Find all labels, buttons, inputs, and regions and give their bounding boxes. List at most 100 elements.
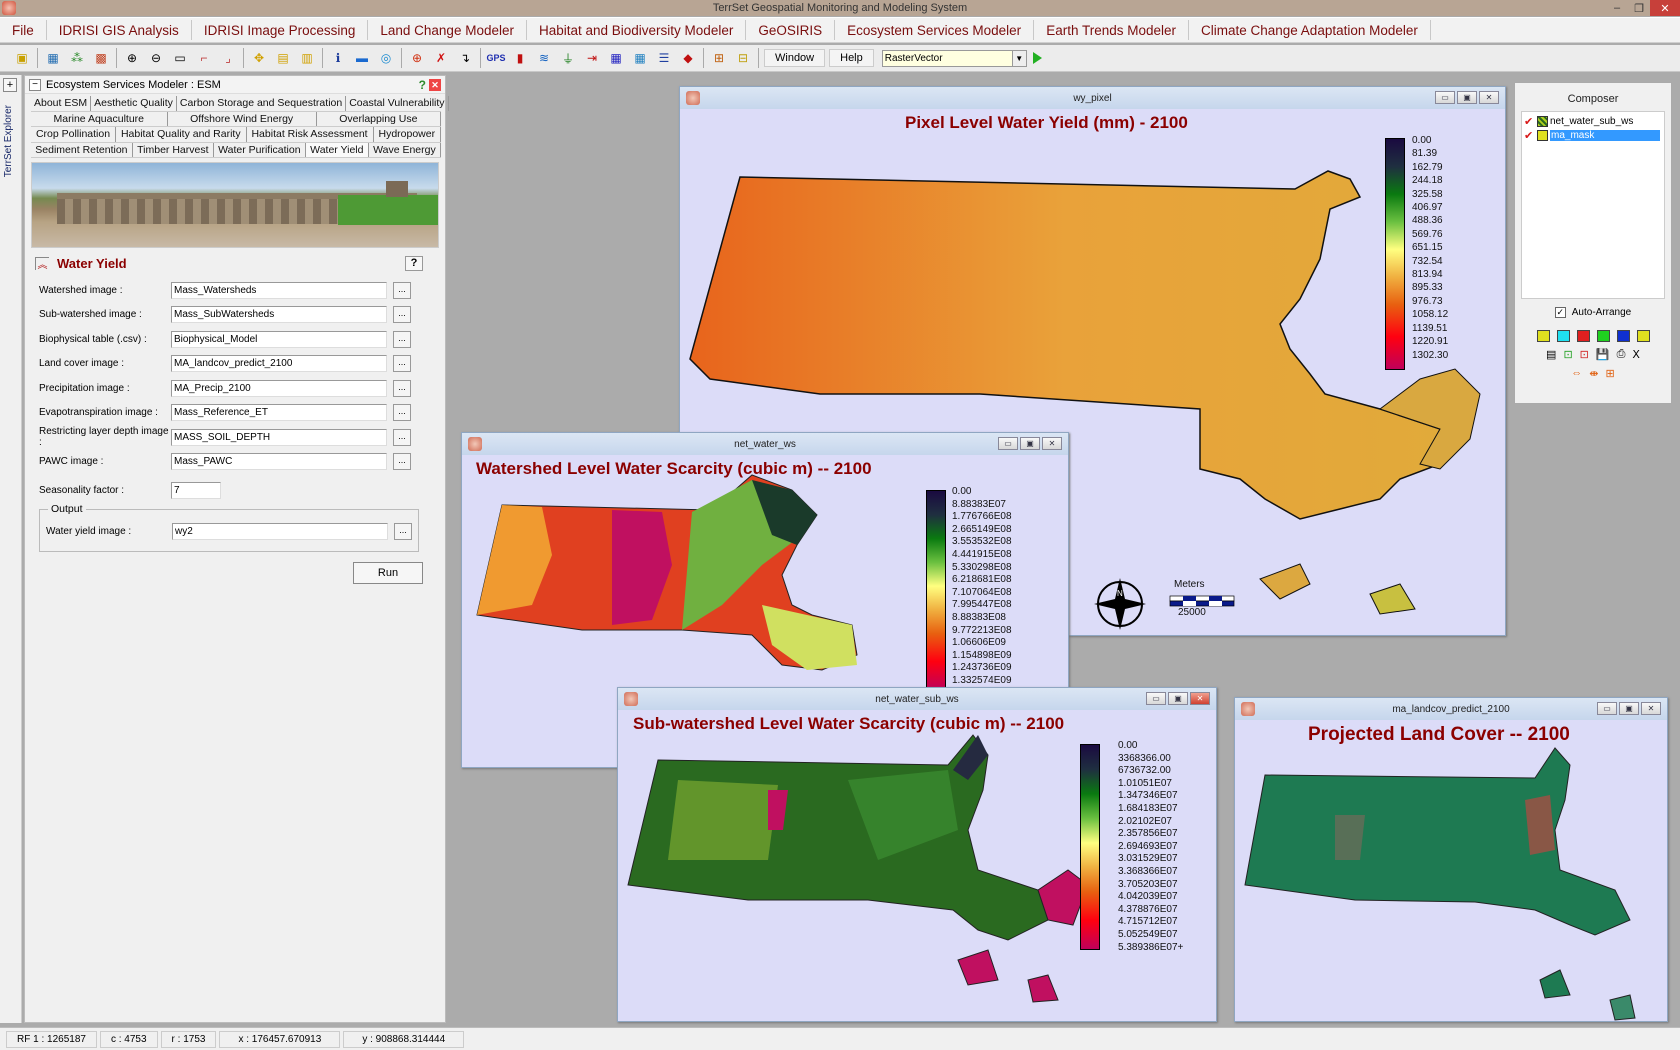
tab-marine-aquaculture[interactable]: Marine Aquaculture xyxy=(31,111,168,126)
minimize-icon[interactable]: ▭ xyxy=(1146,692,1166,705)
layer-icon[interactable]: ◆ xyxy=(678,49,698,67)
window-titlebar[interactable]: net_water_sub_ws ▭ ▣ ✕ xyxy=(618,688,1216,710)
stretch-box-icon[interactable]: ⊞ xyxy=(1606,367,1615,380)
browse-button[interactable]: ... xyxy=(393,404,411,422)
minimize-icon[interactable]: ▭ xyxy=(1435,91,1455,104)
menu-image-processing[interactable]: IDRISI Image Processing xyxy=(192,20,369,40)
open-explorer-icon[interactable]: ▣ xyxy=(12,49,32,67)
composer-icon[interactable]: ▩ xyxy=(91,49,111,67)
calculator-icon[interactable]: ▦ xyxy=(630,49,650,67)
map-window-net-water-sub-ws[interactable]: net_water_sub_ws ▭ ▣ ✕ Sub-watershed Level… xyxy=(617,687,1217,1022)
minimize-icon[interactable]: ▭ xyxy=(1597,702,1617,715)
import-icon[interactable]: ⇥ xyxy=(582,49,602,67)
info-icon[interactable]: ℹ xyxy=(328,49,348,67)
tab-habitat-risk[interactable]: Habitat Risk Assessment xyxy=(247,127,374,142)
window-icon[interactable] xyxy=(624,692,638,706)
browse-button[interactable]: ... xyxy=(393,379,411,397)
tab-offshore-wind[interactable]: Offshore Wind Energy xyxy=(168,111,317,126)
save-icon[interactable]: 💾 xyxy=(1596,348,1610,361)
tab-sediment-retention[interactable]: Sediment Retention xyxy=(31,142,133,157)
app-icon[interactable] xyxy=(2,1,16,15)
profile-icon[interactable]: ≋ xyxy=(534,49,554,67)
menu-land-change-modeler[interactable]: Land Change Modeler xyxy=(368,20,527,40)
tab-water-yield[interactable]: Water Yield xyxy=(305,142,369,157)
collapse-chevron-icon[interactable]: ︽ xyxy=(35,256,49,271)
save-feature-icon[interactable]: ↴ xyxy=(455,49,475,67)
maximize-icon[interactable]: ▣ xyxy=(1168,692,1188,705)
menu-gis-analysis[interactable]: IDRISI GIS Analysis xyxy=(47,20,192,40)
restore-icon[interactable]: ❐ xyxy=(1628,0,1650,16)
tab-hydropower[interactable]: Hydropower xyxy=(374,127,442,142)
evapotranspiration-image-input[interactable]: Mass_Reference_ET xyxy=(171,404,387,422)
delete-feature-icon[interactable]: ✗ xyxy=(431,49,451,67)
tab-about-esm[interactable]: About ESM xyxy=(31,96,92,111)
full-extent-icon[interactable]: ⌟ xyxy=(218,49,238,67)
biophysical-table-input[interactable]: Biophysical_Model xyxy=(171,330,387,348)
window-icon[interactable] xyxy=(1241,702,1255,716)
tab-habitat-quality[interactable]: Habitat Quality and Rarity xyxy=(116,127,247,142)
browse-button[interactable]: ... xyxy=(393,453,411,471)
pawc-image-input[interactable]: Mass_PAWC xyxy=(171,453,387,471)
watershed-image-input[interactable]: Mass_Watersheds xyxy=(171,281,387,299)
window-icon[interactable] xyxy=(686,91,700,105)
add-map-element-icon[interactable]: ⊡ xyxy=(1563,348,1572,361)
subwatershed-image-input[interactable]: Mass_SubWatersheds xyxy=(171,306,387,324)
tab-carbon-storage[interactable]: Carbon Storage and Sequestration xyxy=(177,96,347,111)
terrset-explorer-tab[interactable]: TerrSet Explorer xyxy=(3,105,14,177)
stretch-center-icon[interactable]: ⇼ xyxy=(1589,367,1598,380)
precipitation-image-input[interactable]: MA_Precip_2100 xyxy=(171,379,387,397)
chevron-down-icon[interactable]: ▼ xyxy=(1011,50,1026,66)
help-icon[interactable]: ? xyxy=(419,78,426,92)
maximize-icon[interactable]: ▣ xyxy=(1020,437,1040,450)
list-icon[interactable]: ☰ xyxy=(654,49,674,67)
expand-explorer-button[interactable]: + xyxy=(3,78,17,92)
tab-wave-energy[interactable]: Wave Energy xyxy=(369,142,442,157)
map-window-landcov[interactable]: ma_landcov_predict_2100 ▭ ▣ ✕ Projected La… xyxy=(1234,697,1668,1022)
form-help-button[interactable]: ? xyxy=(405,255,423,271)
menu-geosiris[interactable]: GeOSIRIS xyxy=(746,20,836,40)
restricting-layer-input[interactable]: MASS_SOIL_DEPTH xyxy=(171,428,387,446)
group-link-icon[interactable]: ✥ xyxy=(249,49,269,67)
tab-coastal-vulnerability[interactable]: Coastal Vulnerability xyxy=(346,96,449,111)
window-titlebar[interactable]: ma_landcov_predict_2100 ▭ ▣ ✕ xyxy=(1235,698,1667,720)
display-launcher-icon[interactable]: ▦ xyxy=(43,49,63,67)
close-icon[interactable]: ✕ xyxy=(1190,692,1210,705)
menu-file[interactable]: File xyxy=(0,20,47,40)
minimize-icon[interactable]: ▭ xyxy=(998,437,1018,450)
display-mode-select[interactable]: RasterVector ▼ xyxy=(881,49,1027,67)
tab-water-purification[interactable]: Water Purification xyxy=(214,142,306,157)
histogram-icon[interactable]: ▮ xyxy=(510,49,530,67)
table-icon[interactable]: ▦ xyxy=(606,49,626,67)
add-layer-icon[interactable] xyxy=(1536,330,1550,342)
globe-icon[interactable]: ◎ xyxy=(376,49,396,67)
macro-modeler-icon[interactable]: ⊞ xyxy=(709,49,729,67)
browse-button[interactable]: ... xyxy=(393,355,411,373)
run-icon[interactable] xyxy=(1032,52,1042,64)
model-icon[interactable]: ⊟ xyxy=(733,49,753,67)
zoom-window-icon[interactable]: ▭ xyxy=(170,49,190,67)
green-channel-icon[interactable] xyxy=(1596,330,1610,342)
window-menu-button[interactable]: Window xyxy=(764,49,826,67)
map-raster[interactable] xyxy=(1235,720,1669,1023)
measure-icon[interactable]: ▬ xyxy=(352,49,372,67)
blue-channel-icon[interactable] xyxy=(1616,330,1630,342)
tab-crop-pollination[interactable]: Crop Pollination xyxy=(31,127,117,142)
surface-icon[interactable]: ⏚ xyxy=(558,49,578,67)
auto-arrange-checkbox[interactable]: ✓ Auto-Arrange xyxy=(1515,307,1671,318)
remove-layer-icon[interactable] xyxy=(1636,330,1650,342)
menu-climate-change[interactable]: Climate Change Adaptation Modeler xyxy=(1189,20,1431,40)
checkbox-checked-icon[interactable]: ✓ xyxy=(1554,307,1566,318)
cyan-channel-icon[interactable] xyxy=(1556,330,1570,342)
zoom-in-icon[interactable]: ⊕ xyxy=(122,49,142,67)
browse-button[interactable]: ... xyxy=(393,330,411,348)
menu-ecosystem-services[interactable]: Ecosystem Services Modeler xyxy=(835,20,1035,40)
menu-earth-trends[interactable]: Earth Trends Modeler xyxy=(1034,20,1189,40)
tab-overlapping-use[interactable]: Overlapping Use xyxy=(317,111,441,126)
maximize-icon[interactable]: ▣ xyxy=(1457,91,1477,104)
browse-button[interactable]: ... xyxy=(394,523,412,541)
minimize-icon[interactable]: – xyxy=(1606,0,1628,16)
remove-map-element-icon[interactable]: ⊡ xyxy=(1580,348,1589,361)
fit-icon[interactable]: ▥ xyxy=(297,49,317,67)
seasonality-factor-input[interactable]: 7 xyxy=(171,481,221,499)
tab-timber-harvest[interactable]: Timber Harvest xyxy=(133,142,214,157)
